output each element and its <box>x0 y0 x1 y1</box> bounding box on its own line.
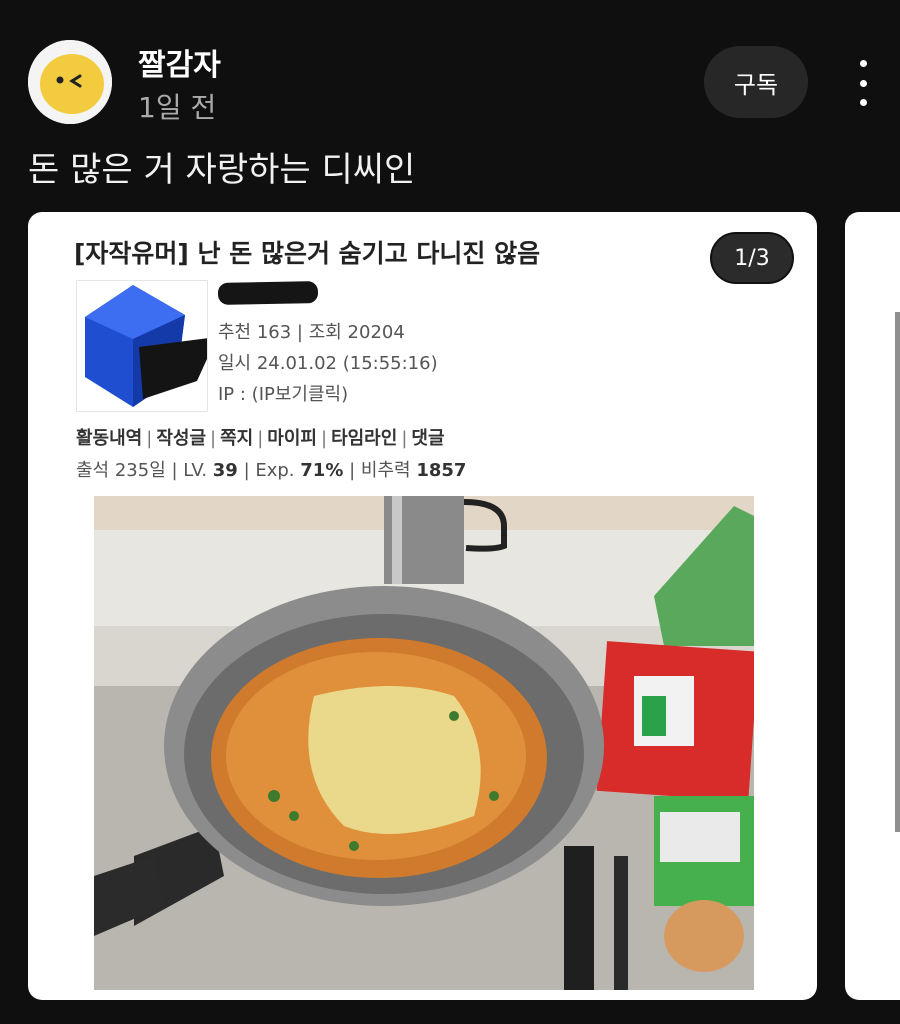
subscribe-button[interactable]: 구독 <box>704 46 808 118</box>
level-value: 39 <box>212 460 238 481</box>
recommend-views: 추천 163 | 조회 20204 <box>218 322 405 343</box>
post-datetime: 일시 24.01.02 (15:55:16) <box>218 353 438 374</box>
ip-info: IP : (IP보기클릭) <box>218 384 349 405</box>
channel-avatar[interactable] <box>28 40 112 124</box>
redacted-nickname <box>217 281 319 305</box>
link-activity: 활동내역 <box>76 428 143 449</box>
post-text: 돈 많은 거 자랑하는 디씨인 <box>28 150 416 190</box>
post-timestamp: 1일 전 <box>138 91 217 124</box>
ramen-pot-photo <box>94 496 754 990</box>
image-carousel-card[interactable]: [자작유머] 난 돈 많은거 숨기고 다니진 않음 1/3 추천 163 | 조… <box>28 212 817 1000</box>
link-comments: 댓글 <box>411 428 445 449</box>
ratio-label: 비추력 <box>360 460 411 481</box>
exp-value: 71% <box>300 460 344 481</box>
page-counter: 1/3 <box>710 232 794 284</box>
attendance: 출석 235일 <box>76 460 166 481</box>
link-message: 쪽지 <box>220 428 254 449</box>
link-posts: 작성글 <box>156 428 207 449</box>
ratio-value: 1857 <box>416 460 467 481</box>
user-stats: 출석 235일 | LV. 39 | Exp. 71% | 비추력 1857 <box>76 460 467 481</box>
next-card-preview[interactable] <box>845 212 900 1000</box>
level-label: LV. <box>183 460 208 481</box>
link-timeline: 타임라인 <box>331 428 398 449</box>
channel-name[interactable]: 짤감자 <box>138 40 221 84</box>
link-mypi: 마이피 <box>267 428 317 449</box>
potato-face-icon <box>28 40 112 124</box>
exp-label: Exp. <box>255 460 295 481</box>
blue-cube-icon <box>76 280 208 412</box>
screenshot-title: [자작유머] 난 돈 많은거 숨기고 다니진 않음 <box>74 239 541 268</box>
activity-links: 활동내역 | 작성글 | 쪽지 | 마이피 | 타임라인 | 댓글 <box>76 428 445 449</box>
more-vertical-icon[interactable] <box>846 60 880 106</box>
